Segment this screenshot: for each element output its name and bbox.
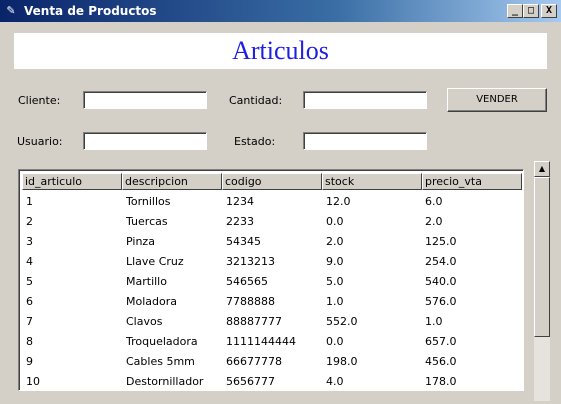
cell-precio-vta: 540.0 [425, 275, 457, 288]
column-header-stock[interactable]: stock [322, 173, 422, 190]
column-header-id-articulo[interactable]: id_articulo [22, 173, 122, 190]
estado-input[interactable] [303, 132, 427, 150]
column-header-descripcion[interactable]: descripcion [122, 173, 222, 190]
cell-id: 3 [26, 235, 33, 248]
estado-label: Estado: [234, 135, 276, 148]
cell-descripcion: Clavos [126, 315, 163, 328]
cell-descripcion: Troqueladora [126, 335, 198, 348]
vertical-scrollbar[interactable]: ▲ [534, 161, 550, 401]
vender-button[interactable]: VENDER [447, 88, 547, 112]
page-title: Articulos [232, 36, 329, 65]
table-row[interactable]: 1 Tornillos 1234 12.0 6.0 [22, 192, 522, 212]
cell-codigo: 546565 [226, 275, 268, 288]
column-header-precio-vta[interactable]: precio_vta [422, 173, 522, 190]
cell-precio-vta: 456.0 [425, 355, 457, 368]
cell-stock: 552.0 [326, 315, 358, 328]
table-row[interactable]: 4 Llave Cruz 3213213 9.0 254.0 [22, 252, 522, 272]
cell-stock: 9.0 [326, 255, 344, 268]
cell-stock: 5.0 [326, 275, 344, 288]
cell-codigo: 3213213 [226, 255, 275, 268]
cell-codigo: 2233 [226, 215, 254, 228]
feather-icon: ✎ [6, 4, 16, 17]
cell-stock: 0.0 [326, 215, 344, 228]
cell-stock: 4.0 [326, 375, 344, 388]
cell-descripcion: Tornillos [126, 195, 171, 208]
table-header: id_articulo descripcion codigo stock pre… [22, 173, 522, 190]
title-banner: Articulos [14, 33, 547, 69]
cell-codigo: 1111144444 [226, 335, 296, 348]
cell-precio-vta: 657.0 [425, 335, 457, 348]
cell-codigo: 54345 [226, 235, 261, 248]
cell-id: 10 [26, 375, 40, 388]
maximize-button[interactable]: □ [523, 4, 539, 18]
table-row[interactable]: 8 Troqueladora 1111144444 0.0 657.0 [22, 332, 522, 352]
cell-codigo: 7788888 [226, 295, 275, 308]
cell-descripcion: Tuercas [126, 215, 168, 228]
table-row[interactable]: 7 Clavos 88887777 552.0 1.0 [22, 312, 522, 332]
cell-descripcion: Martillo [126, 275, 167, 288]
cell-id: 5 [26, 275, 33, 288]
table-row[interactable]: 5 Martillo 546565 5.0 540.0 [22, 272, 522, 292]
cell-stock: 12.0 [326, 195, 351, 208]
table-row[interactable]: 3 Pinza 54345 2.0 125.0 [22, 232, 522, 252]
cell-id: 2 [26, 215, 33, 228]
title-bar[interactable]: ✎ Venta de Productos _ □ X [0, 0, 561, 22]
cell-precio-vta: 576.0 [425, 295, 457, 308]
cell-stock: 1.0 [326, 295, 344, 308]
cell-stock: 0.0 [326, 335, 344, 348]
usuario-label: Usuario: [17, 135, 63, 148]
cell-id: 6 [26, 295, 33, 308]
cell-descripcion: Moladora [126, 295, 177, 308]
cell-codigo: 66677778 [226, 355, 282, 368]
cell-id: 9 [26, 355, 33, 368]
cell-precio-vta: 2.0 [425, 215, 443, 228]
cell-id: 8 [26, 335, 33, 348]
cantidad-label: Cantidad: [229, 94, 283, 107]
cell-id: 1 [26, 195, 33, 208]
table-row[interactable]: 2 Tuercas 2233 0.0 2.0 [22, 212, 522, 232]
cell-codigo: 1234 [226, 195, 254, 208]
table-body: 1 Tornillos 1234 12.0 6.0 2 Tuercas 2233… [22, 192, 522, 390]
usuario-input[interactable] [83, 132, 207, 150]
articulos-table[interactable]: id_articulo descripcion codigo stock pre… [18, 169, 524, 391]
cell-descripcion: Llave Cruz [126, 255, 184, 268]
column-header-codigo[interactable]: codigo [222, 173, 322, 190]
cliente-input[interactable] [83, 91, 207, 109]
cell-id: 7 [26, 315, 33, 328]
table-row[interactable]: 6 Moladora 7788888 1.0 576.0 [22, 292, 522, 312]
minimize-button[interactable]: _ [507, 4, 523, 18]
cell-stock: 2.0 [326, 235, 344, 248]
cell-descripcion: Pinza [126, 235, 155, 248]
cell-stock: 198.0 [326, 355, 358, 368]
cell-descripcion: Destornillador [126, 375, 204, 388]
table-row[interactable]: 10 Destornillador 5656777 4.0 178.0 [22, 372, 522, 390]
cliente-label: Cliente: [18, 94, 61, 107]
close-button[interactable]: X [541, 4, 557, 18]
cell-id: 4 [26, 255, 33, 268]
cell-precio-vta: 125.0 [425, 235, 457, 248]
cell-codigo: 88887777 [226, 315, 282, 328]
window-title: Venta de Productos [24, 4, 157, 18]
cell-precio-vta: 178.0 [425, 375, 457, 388]
cell-precio-vta: 6.0 [425, 195, 443, 208]
cell-descripcion: Cables 5mm [126, 355, 195, 368]
table-row[interactable]: 9 Cables 5mm 66677778 198.0 456.0 [22, 352, 522, 372]
cell-precio-vta: 254.0 [425, 255, 457, 268]
scroll-up-icon[interactable]: ▲ [534, 161, 550, 177]
cell-precio-vta: 1.0 [425, 315, 443, 328]
cantidad-input[interactable] [303, 91, 427, 109]
cell-codigo: 5656777 [226, 375, 275, 388]
scrollbar-thumb[interactable] [534, 177, 550, 337]
